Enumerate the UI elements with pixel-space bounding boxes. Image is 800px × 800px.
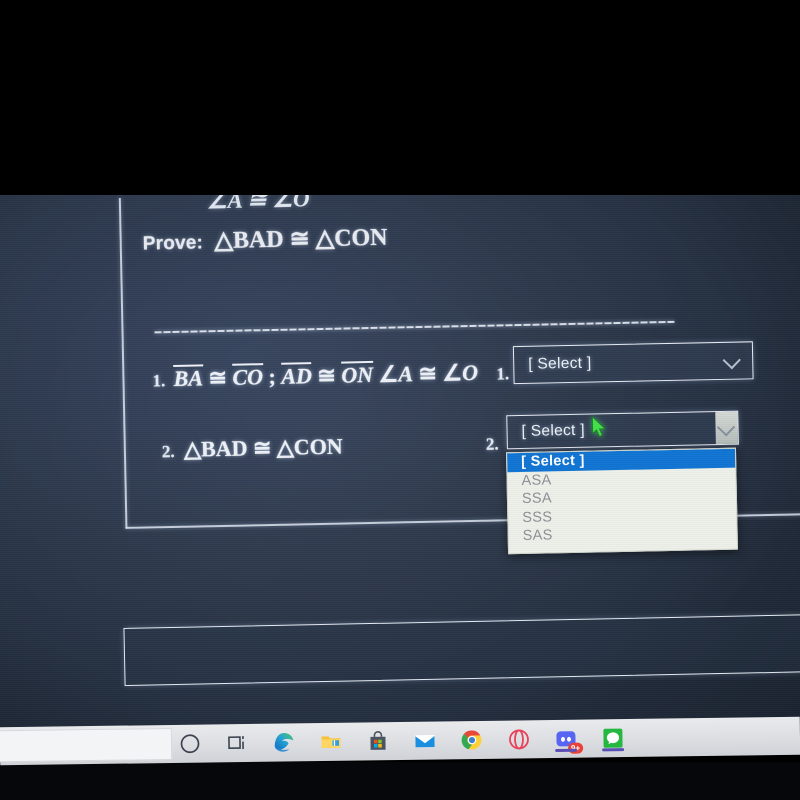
statement-1-text: BA ≅ CO ; AD ≅ ON ∠A ≅ ∠O [173,359,479,391]
reason-2-select[interactable]: [ Select ] [506,410,739,450]
mouse-cursor-icon [591,416,607,438]
chevron-down-icon [722,351,741,370]
microsoft-store-icon[interactable] [366,729,390,753]
segment-BA: BA [173,364,204,391]
reason-2-select-value: [ Select ] [521,421,586,440]
prove-line: Prove: △BAD ≅ △CON [142,223,388,257]
reason-1-select[interactable]: [ Select ] [512,341,754,385]
statement-2-text: △BAD ≅ △CON [183,433,343,462]
segment-CO: CO [232,363,264,390]
reason-1-number: 1. [496,364,510,384]
opera-icon[interactable] [507,727,531,751]
prove-label: Prove: [142,232,204,255]
statement-row-1: 1. BA ≅ CO ; AD ≅ ON ∠A ≅ ∠O [152,359,478,393]
clipped-given-line: ∠A ≅ ∠O [206,194,310,214]
prove-statement: △BAD ≅ △CON [214,224,388,255]
microsoft-edge-icon[interactable] [272,730,296,754]
angle-A-congruent-angle-O: ∠A ≅ ∠O [378,359,479,387]
segment-AD: AD [281,362,313,389]
reason-1-select-value: [ Select ] [528,354,592,373]
letterbox-bottom [0,762,800,800]
discord-icon[interactable]: 9+ [554,727,584,754]
statement-2-number: 2. [161,441,175,462]
whatsapp-icon[interactable] [601,726,625,752]
screenshot-root: ∠A ≅ ∠O Prove: △BAD ≅ △CON 1. BA ≅ CO ; [0,0,800,800]
taskbar-icon-strip: 9+ [178,719,625,763]
mail-icon[interactable] [413,729,437,753]
google-chrome-icon[interactable] [460,728,484,752]
task-view-icon[interactable] [225,731,249,755]
section-divider [154,320,675,334]
laptop-screen-surface: ∠A ≅ ∠O Prove: △BAD ≅ △CON 1. BA ≅ CO ; [0,194,800,728]
reason-2-dropdown-list[interactable]: [ Select ] ASA SSA SSS SAS [506,447,738,554]
statement-row-2: 2. △BAD ≅ △CON [162,434,343,464]
answer-input-box[interactable] [123,614,800,686]
reason-2-number: 2. [485,434,499,454]
discord-running-indicator [555,748,578,752]
segment-ON: ON [341,360,374,388]
cortana-icon[interactable] [178,732,202,756]
letterbox-top [0,0,800,195]
table-left-border [118,197,127,528]
whatsapp-running-indicator [602,748,625,752]
proof-document: ∠A ≅ ∠O Prove: △BAD ≅ △CON 1. BA ≅ CO ; [0,194,800,728]
taskbar-search-box[interactable]: g [0,727,173,763]
file-explorer-icon[interactable] [319,730,343,754]
statement-1-number: 1. [152,371,166,391]
